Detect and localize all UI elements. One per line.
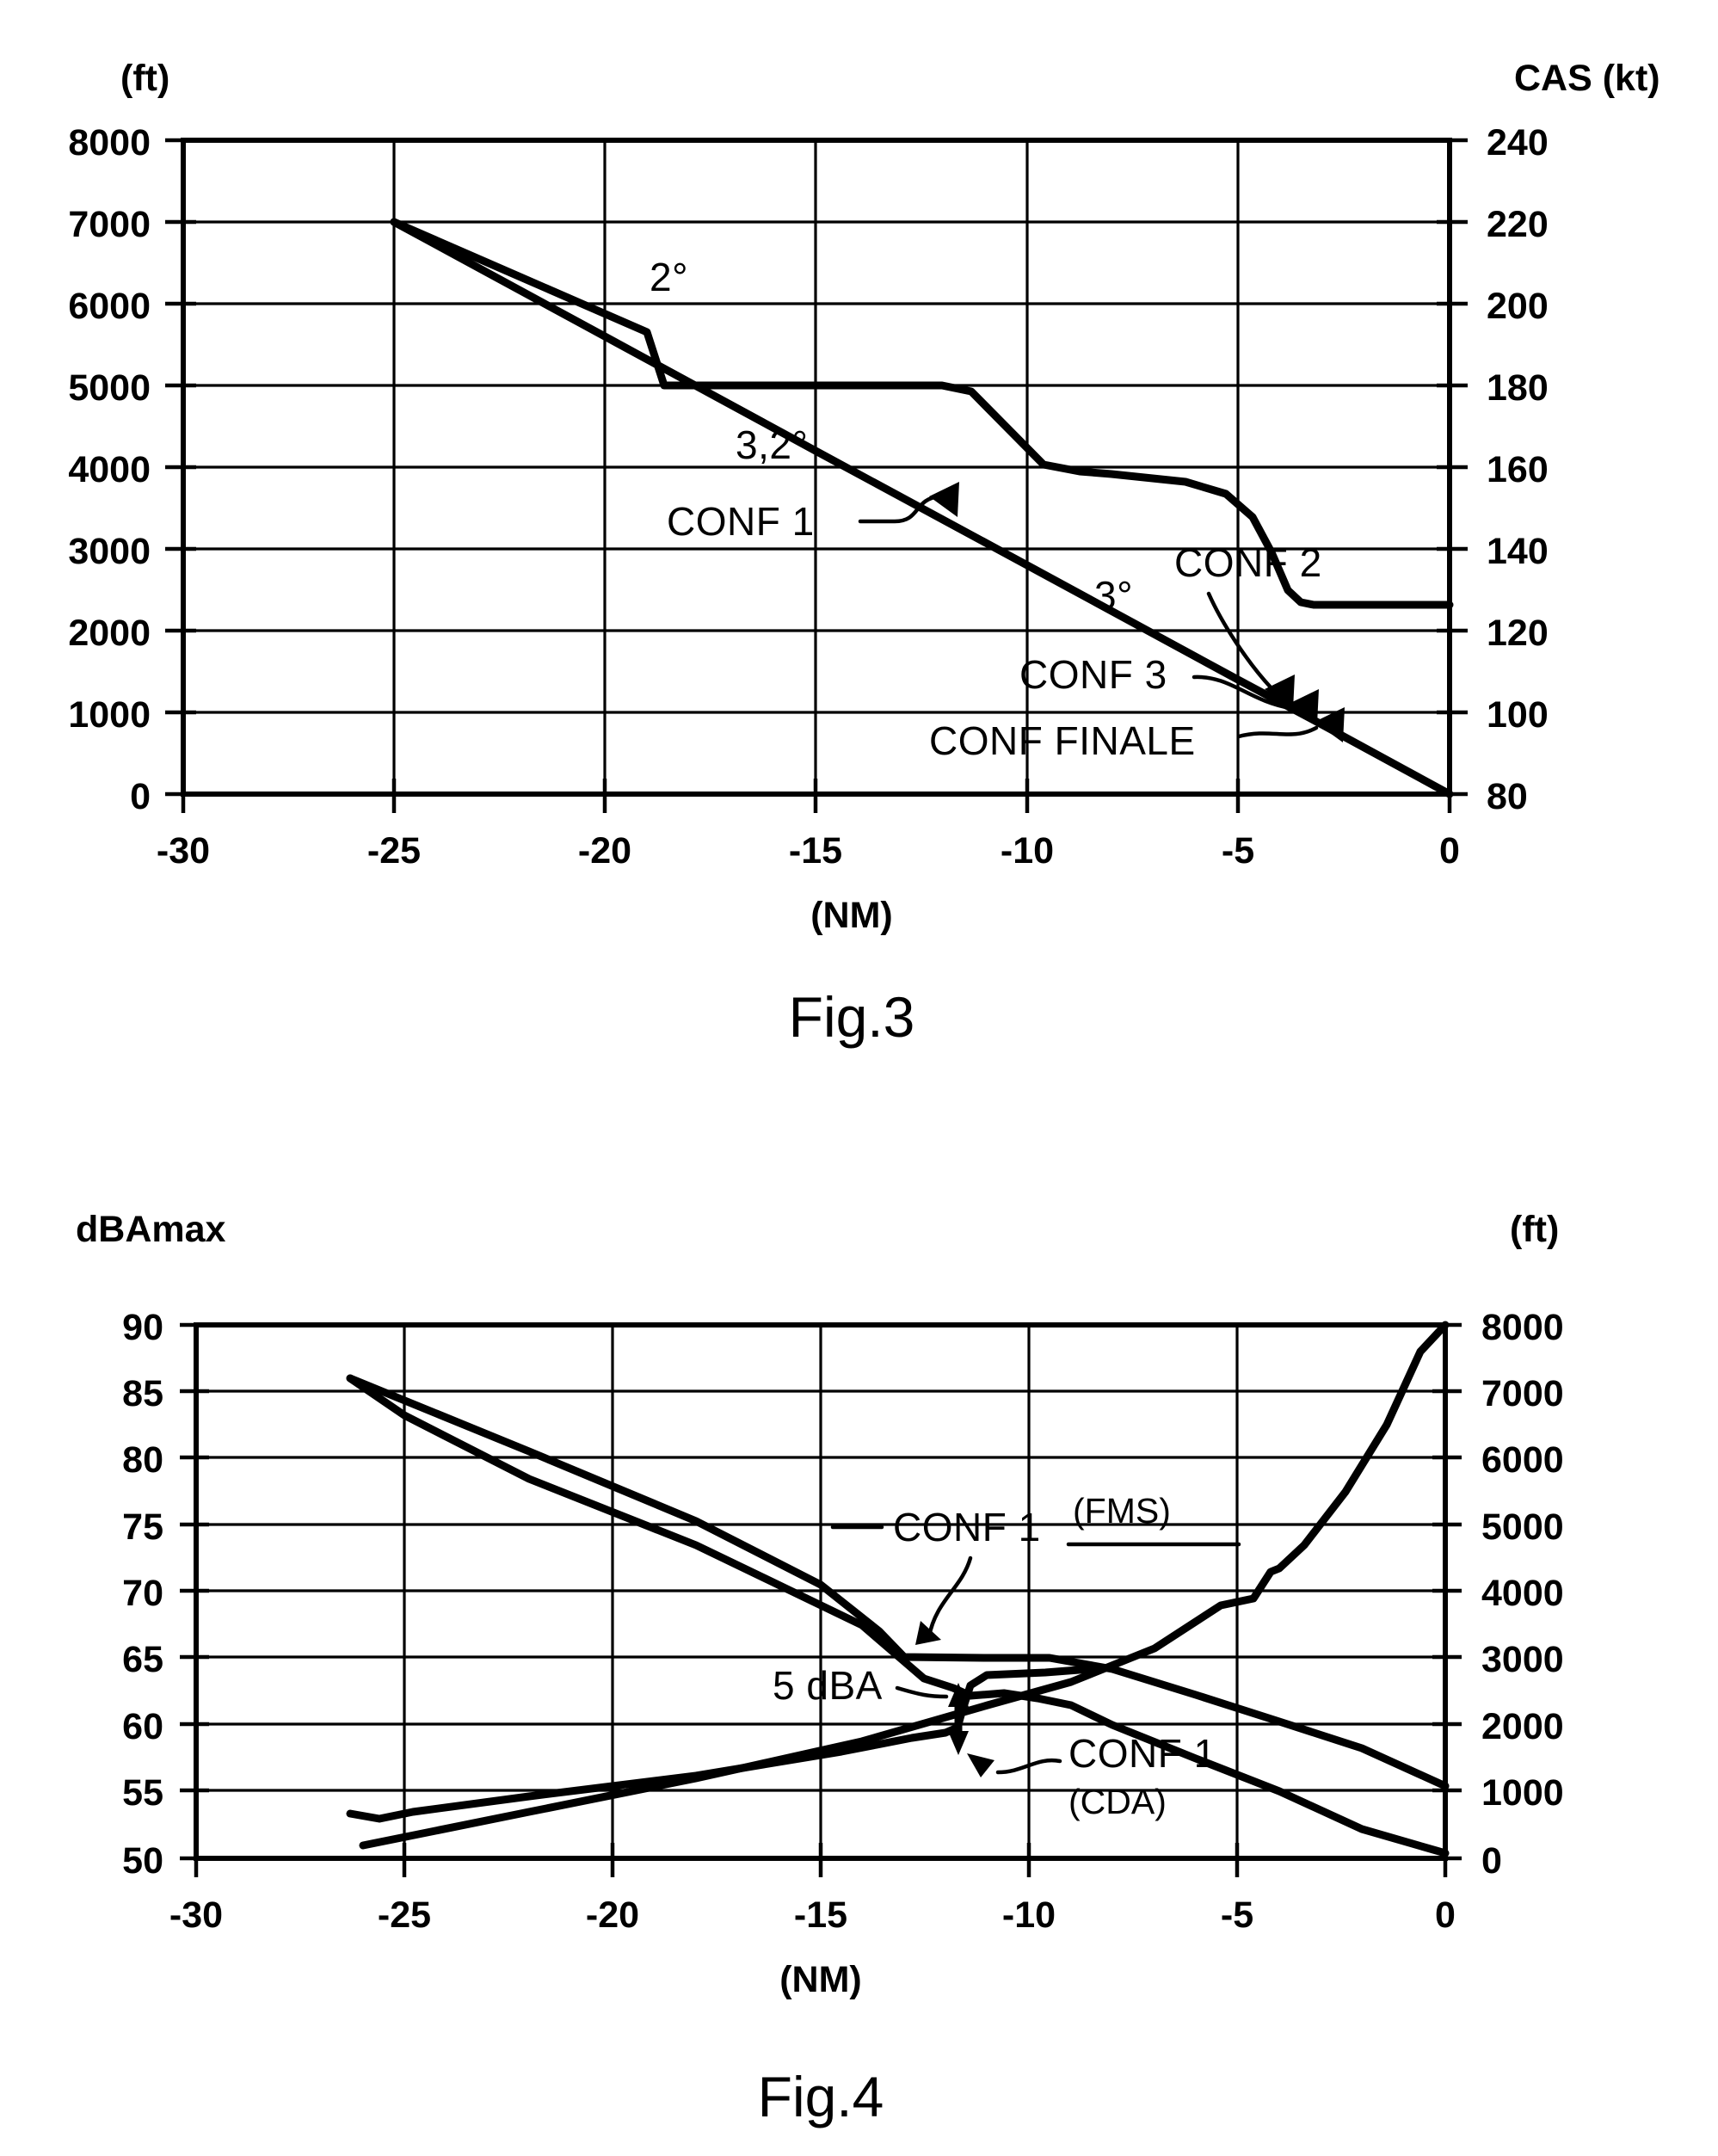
fig4-arrowhead-5dba-down [948, 1731, 969, 1755]
fig3-right-tick-4: 160 [1487, 449, 1549, 490]
figure-3-svg: (ft) CAS (kt) 8000 7000 6000 5000 4000 3… [68, 58, 1660, 1049]
fig3-left-axis-unit: (ft) [120, 58, 169, 99]
fig4-leader-conf1-fms [927, 1555, 973, 1639]
fig4-right-tick-4: 4000 [1481, 1573, 1564, 1614]
fig3-right-tick-6: 120 [1487, 613, 1549, 654]
fig3-leader-conf-2 [1206, 591, 1274, 691]
fig3-left-tick-8: 0 [130, 776, 151, 817]
fig3-left-tick-0: 8000 [68, 122, 151, 163]
fig4-label-conf1-cda-sub: (CDA) [1068, 1782, 1167, 1821]
fig3-label-conf-2: CONF 2 [1174, 540, 1322, 585]
fig3-right-tick-7: 100 [1487, 694, 1549, 736]
fig3-right-tick-1: 220 [1487, 204, 1549, 245]
fig3-left-tick-6: 2000 [68, 613, 151, 654]
fig4-right-tick-1: 7000 [1481, 1373, 1564, 1414]
fig4-right-tick-2: 6000 [1481, 1439, 1564, 1481]
fig4-right-axis-unit: (ft) [1510, 1209, 1559, 1250]
fig4-right-tick-3: 5000 [1481, 1506, 1564, 1548]
fig4-left-tick-0: 90 [122, 1307, 163, 1348]
fig4-right-tick-7: 1000 [1481, 1772, 1564, 1814]
fig3-x-tick-2: -20 [578, 830, 631, 872]
fig3-right-axis-unit: CAS (kt) [1514, 58, 1660, 99]
fig4-right-tick-8: 0 [1481, 1840, 1502, 1882]
fig3-right-tick-3: 180 [1487, 367, 1549, 409]
fig4-left-axis-unit: dBAmax [76, 1209, 226, 1250]
fig3-x-tick-3: -15 [789, 830, 842, 872]
fig4-arrowhead-conf1-cda [967, 1753, 994, 1777]
fig3-leader-conf-finale [1236, 725, 1319, 739]
fig3-left-tick-3: 5000 [68, 367, 151, 409]
fig4-label-conf1-fms: CONF 1 [893, 1505, 1041, 1549]
fig4-x-tick-6: 0 [1435, 1894, 1456, 1936]
fig4-label-conf1-fms-sub: (FMS) [1073, 1491, 1171, 1531]
fig3-right-tick-0: 240 [1487, 122, 1549, 163]
fig4-leader-5dba [895, 1685, 949, 1699]
fig4-x-tick-2: -20 [586, 1894, 639, 1936]
fig3-left-tick-5: 3000 [68, 531, 151, 572]
fig4-left-tick-8: 50 [122, 1840, 163, 1882]
fig4-left-tick-4: 70 [122, 1573, 163, 1614]
fig3-label-conf-1: CONF 1 [667, 499, 815, 544]
fig3-left-tick-1: 7000 [68, 204, 151, 245]
fig3-right-tick-8: 80 [1487, 776, 1528, 817]
fig4-left-tick-2: 80 [122, 1439, 163, 1481]
figure-4-svg: dBAmax (ft) 90 85 80 75 70 65 60 55 50 8… [76, 1209, 1564, 2128]
fig4-curve-altitude [359, 1321, 1450, 1850]
fig3-label-conf-finale: CONF FINALE [929, 718, 1196, 763]
fig3-caption: Fig.3 [789, 985, 915, 1049]
fig4-right-tick-0: 8000 [1481, 1307, 1564, 1348]
fig3-x-tick-5: -5 [1222, 830, 1254, 872]
fig3-label-conf-3: CONF 3 [1019, 652, 1167, 697]
fig3-x-tick-4: -10 [1001, 830, 1054, 872]
figure-3: (ft) CAS (kt) 8000 7000 6000 5000 4000 3… [0, 0, 1718, 1093]
fig4-x-tick-0: -30 [169, 1894, 223, 1936]
fig4-right-tick-6: 2000 [1481, 1706, 1564, 1747]
fig4-label-5dba: 5 dBA [773, 1663, 883, 1708]
fig4-x-tick-3: -15 [794, 1894, 847, 1936]
fig4-left-tick-1: 85 [122, 1373, 163, 1414]
fig3-right-tick-5: 140 [1487, 531, 1549, 572]
fig3-gridlines [183, 139, 1450, 794]
fig4-left-tick-3: 75 [122, 1506, 163, 1548]
fig3-left-tick-4: 4000 [68, 449, 151, 490]
fig3-x-tick-1: -25 [367, 830, 421, 872]
fig4-left-tick-5: 65 [122, 1639, 163, 1680]
fig3-label-slope-32deg: 3,2° [736, 422, 808, 467]
fig4-x-tick-5: -5 [1221, 1894, 1253, 1936]
fig3-x-tick-6: 0 [1439, 830, 1460, 872]
fig4-right-tick-5: 3000 [1481, 1639, 1564, 1680]
fig4-x-tick-1: -25 [378, 1894, 431, 1936]
fig3-x-tick-0: -30 [157, 830, 210, 872]
fig3-label-slope-3deg: 3° [1094, 573, 1133, 618]
fig3-left-tick-7: 1000 [68, 694, 151, 736]
fig4-x-tick-4: -10 [1002, 1894, 1056, 1936]
patent-figure-page: (ft) CAS (kt) 8000 7000 6000 5000 4000 3… [0, 0, 1718, 2156]
fig4-x-axis-unit: (NM) [779, 1959, 862, 2000]
fig4-left-tick-7: 55 [122, 1772, 163, 1814]
fig4-label-conf1-cda: CONF 1 [1068, 1731, 1216, 1776]
fig4-left-tick-6: 60 [122, 1706, 163, 1747]
fig3-x-axis-unit: (NM) [810, 895, 893, 936]
fig3-label-slope-2deg: 2° [650, 255, 688, 299]
fig4-caption: Fig.4 [758, 2065, 884, 2128]
fig3-right-tick-2: 200 [1487, 286, 1549, 327]
fig3-left-tick-2: 6000 [68, 286, 151, 327]
figure-4: dBAmax (ft) 90 85 80 75 70 65 60 55 50 8… [0, 1093, 1718, 2156]
fig4-arrowhead-conf1-fms [915, 1621, 941, 1645]
